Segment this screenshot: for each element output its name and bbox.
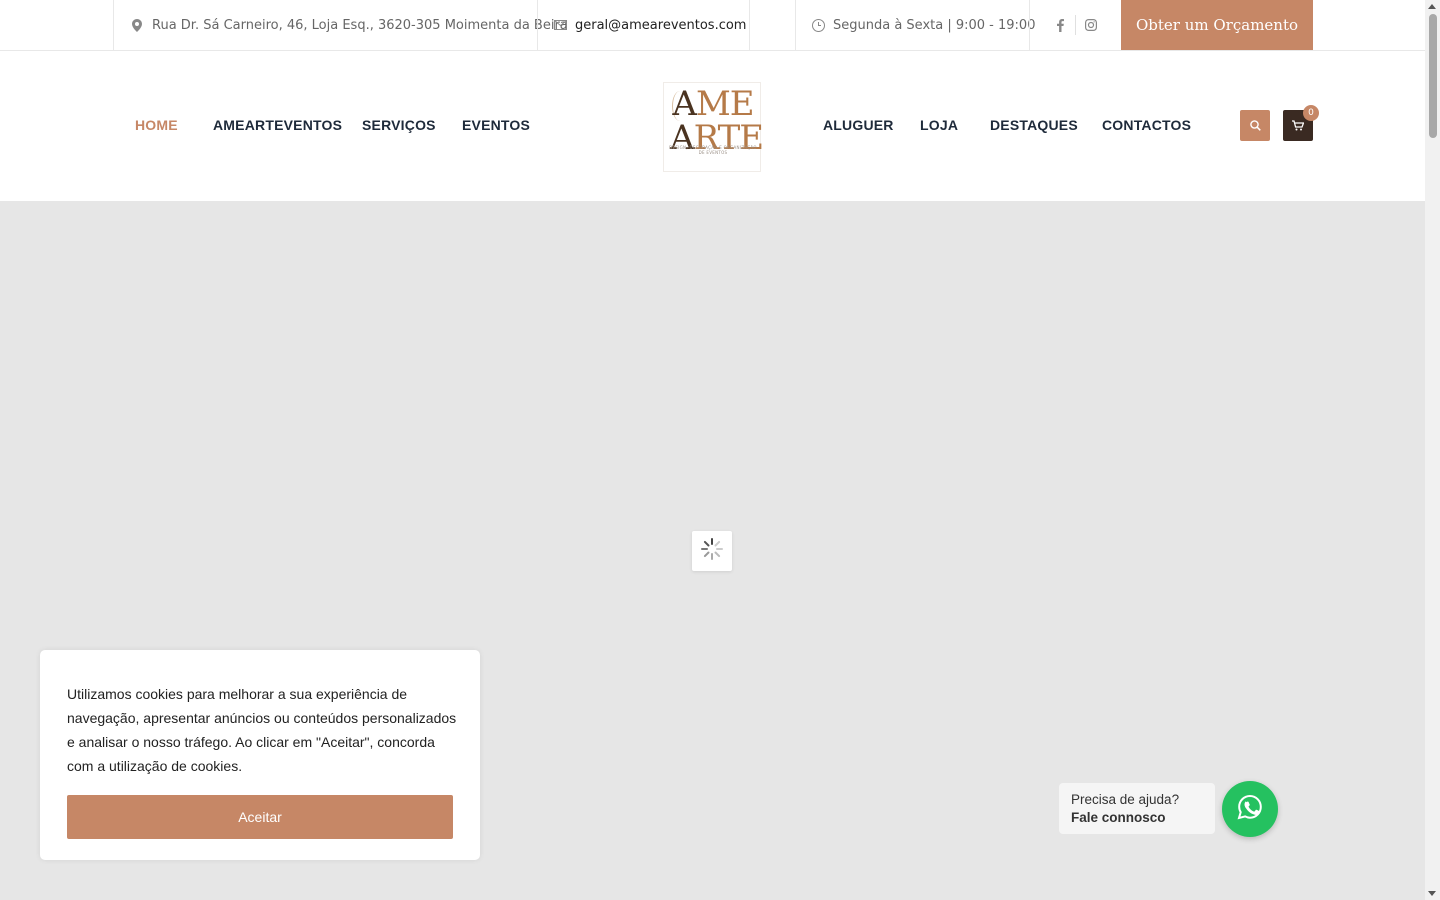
hours-text: Segunda à Sexta | 9:00 - 19:00 — [833, 17, 1036, 33]
shopping-cart-icon — [1292, 116, 1305, 135]
nav-aluguer[interactable]: ALUGUER — [823, 117, 894, 133]
site-logo[interactable]: AME ARTE DESIGN, DECORAÇÃO E ORGANIZAÇÃO … — [663, 82, 764, 172]
logo-subtitle: DESIGN, DECORAÇÃO E ORGANIZAÇÃO DE EVENT… — [669, 145, 757, 155]
instagram-icon[interactable] — [1076, 15, 1106, 35]
topbar-divider — [537, 0, 538, 50]
nav-home[interactable]: HOME — [135, 117, 178, 133]
topbar-divider — [795, 0, 796, 50]
search-icon — [1249, 116, 1261, 135]
topbar-divider — [1029, 0, 1030, 50]
search-button[interactable] — [1240, 110, 1270, 141]
cookie-notice: Utilizamos cookies para melhorar a sua e… — [40, 650, 480, 860]
email[interactable]: geral@ameareventos.com — [553, 0, 746, 50]
clock-icon — [811, 18, 825, 32]
email-link[interactable]: geral@ameareventos.com — [575, 18, 746, 33]
get-quote-button[interactable]: Obter um Orçamento — [1121, 0, 1313, 50]
scroll-down-icon[interactable] — [1428, 891, 1436, 896]
cart-count-badge: 0 — [1303, 105, 1319, 121]
social-links — [1045, 0, 1106, 50]
topbar-divider — [113, 0, 114, 50]
whatsapp-help-bubble[interactable]: Precisa de ajuda? Fale connosco — [1059, 783, 1215, 834]
opening-hours: Segunda à Sexta | 9:00 - 19:00 — [811, 0, 1035, 50]
main-header: HOME AMEARTEVENTOS SERVIÇOS EVENTOS AME A… — [0, 51, 1425, 201]
whatsapp-cta: Fale connosco — [1071, 810, 1166, 825]
scroll-up-icon[interactable] — [1428, 4, 1436, 9]
topbar-divider — [749, 0, 750, 50]
map-pin-icon — [130, 18, 144, 32]
whatsapp-icon — [1236, 793, 1264, 825]
nav-amearteventos[interactable]: AMEARTEVENTOS — [213, 117, 342, 133]
whatsapp-button[interactable] — [1222, 781, 1278, 837]
envelope-icon — [553, 18, 567, 32]
spinner-icon — [700, 537, 724, 565]
page-scrollbar[interactable] — [1425, 0, 1440, 900]
topbar: Rua Dr. Sá Carneiro, 46, Loja Esq., 3620… — [0, 0, 1425, 51]
nav-loja[interactable]: LOJA — [920, 117, 958, 133]
cookie-message: Utilizamos cookies para melhorar a sua e… — [67, 686, 457, 774]
loading-spinner — [692, 531, 732, 571]
nav-destaques[interactable]: DESTAQUES — [990, 117, 1078, 133]
nav-servicos[interactable]: SERVIÇOS — [362, 117, 436, 133]
nav-contactos[interactable]: CONTACTOS — [1102, 117, 1191, 133]
address-text: Rua Dr. Sá Carneiro, 46, Loja Esq., 3620… — [152, 17, 568, 33]
scrollbar-thumb[interactable] — [1429, 14, 1437, 138]
accept-cookies-button[interactable]: Aceitar — [67, 795, 453, 839]
facebook-icon[interactable] — [1045, 15, 1075, 35]
whatsapp-prefix: Precisa de ajuda? — [1071, 792, 1180, 807]
nav-eventos[interactable]: EVENTOS — [462, 117, 530, 133]
address: Rua Dr. Sá Carneiro, 46, Loja Esq., 3620… — [130, 0, 568, 50]
